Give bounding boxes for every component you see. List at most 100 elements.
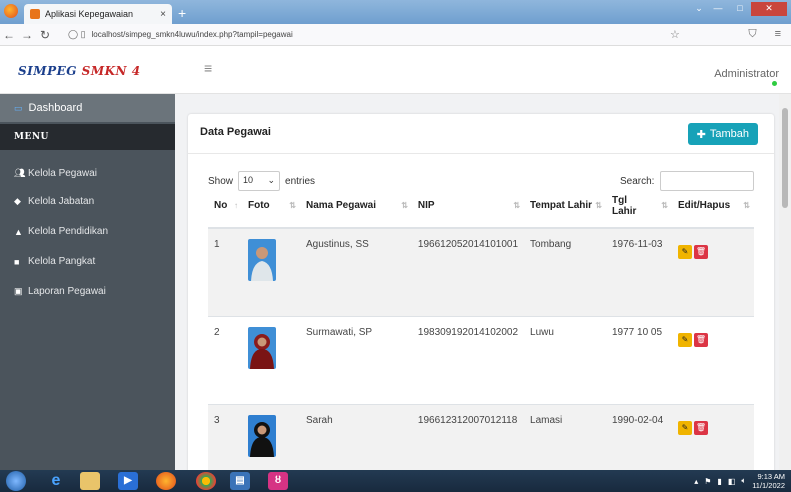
cell-foto bbox=[241, 227, 300, 316]
volume-icon[interactable]: 🔈︎ bbox=[741, 476, 746, 486]
clock[interactable]: 9:13 AM 11/1/2022 bbox=[752, 472, 785, 490]
sidebar-item-kelola-jabatan[interactable]: ◆ Kelola Jabatan bbox=[14, 196, 94, 207]
users-icon: 👥︎ bbox=[14, 168, 26, 178]
cell-tgl-lahir: 1977 10 05 bbox=[606, 315, 672, 404]
flag-icon[interactable]: ⚑ bbox=[704, 477, 711, 486]
pegawai-table: No ↑ Foto ⇅ Nama Pegawai ⇅ NIP ⇅ Tempat Lahi… bbox=[208, 184, 754, 492]
table-row: 1 Agustinus, SS 196612052014101001 Tomba… bbox=[208, 227, 754, 316]
delete-button[interactable]: 🗑︎ bbox=[693, 245, 708, 259]
table-header-row: No ↑ Foto ⇅ Nama Pegawai ⇅ NIP ⇅ Tempat Lahi… bbox=[208, 184, 754, 229]
column-header-tempat-lahir[interactable]: Tempat Lahir ⇅ bbox=[524, 184, 606, 229]
tab-close-button[interactable]: × bbox=[160, 9, 166, 20]
card-header: Data Pegawai ✚ Tambah bbox=[188, 114, 774, 154]
edit-button[interactable]: ✎ bbox=[677, 420, 692, 435]
media-player-icon[interactable]: ▶ bbox=[118, 472, 138, 490]
start-button[interactable] bbox=[6, 471, 26, 491]
new-tab-button[interactable]: + bbox=[178, 5, 186, 21]
back-icon[interactable]: ← bbox=[0, 28, 18, 42]
sort-icon: ⇅ bbox=[289, 201, 296, 210]
list-tabs-icon[interactable]: ⌄ bbox=[691, 2, 707, 16]
maximize-button[interactable]: □ bbox=[729, 2, 751, 16]
pocket-icon[interactable]: ⛉ bbox=[748, 28, 756, 41]
cell-tempat-lahir: Tombang bbox=[524, 227, 606, 316]
tambah-button[interactable]: ✚ Tambah bbox=[687, 123, 758, 145]
report-icon: ▣ bbox=[14, 286, 23, 296]
column-header-no[interactable]: No ↑ bbox=[208, 184, 242, 229]
sidebar-item-kelola-pegawai[interactable]: 👥︎ Kelola Pegawai bbox=[14, 168, 97, 179]
table-row: 2 Surmawati, SP 198309192014102002 Luwu … bbox=[208, 315, 754, 404]
page-info-icon[interactable]: ◯ ▯ bbox=[68, 29, 86, 40]
employee-photo bbox=[247, 326, 276, 369]
card-title: Data Pegawai bbox=[200, 126, 271, 138]
delete-button[interactable]: 🗑︎ bbox=[693, 332, 708, 347]
internet-explorer-icon[interactable]: e bbox=[46, 472, 66, 490]
column-header-edit-hapus[interactable]: Edit/Hapus ⇅ bbox=[671, 184, 754, 229]
firefox-taskbar-icon[interactable] bbox=[156, 472, 176, 490]
edit-button[interactable]: ✎ bbox=[677, 332, 692, 347]
app-header: SIMPEG SMKN 4 ≡ Administrator bbox=[0, 46, 791, 94]
sort-icon: ⇅ bbox=[401, 201, 408, 210]
browser-nav-bar: ← → ↻ ◯ ▯ localhost/simpeg_smkn4luwu/ind… bbox=[0, 24, 791, 46]
cell-actions: ✎ 🗑︎ bbox=[671, 315, 754, 404]
sidebar-item-kelola-pendidikan[interactable]: ▲ Kelola Pendidikan bbox=[14, 226, 108, 237]
hamburger-menu-icon[interactable]: ≡ bbox=[204, 60, 212, 76]
cell-nama: Agustinus, SS bbox=[299, 227, 412, 316]
column-header-nama[interactable]: Nama Pegawai ⇅ bbox=[299, 184, 412, 229]
network-icon[interactable]: ◧ bbox=[728, 477, 736, 486]
page-scrollbar[interactable] bbox=[779, 94, 791, 470]
reload-icon[interactable]: ↻ bbox=[36, 28, 54, 42]
online-status-dot bbox=[772, 81, 777, 86]
bookmark-icon: ■ bbox=[14, 256, 20, 267]
monitor-icon: ▭ bbox=[14, 102, 23, 113]
sidebar-item-kelola-pangkat[interactable]: ■ Kelola Pangkat bbox=[14, 256, 95, 267]
cell-no: 1 bbox=[208, 227, 242, 316]
column-header-tgl-lahir[interactable]: Tgl Lahir ⇅ bbox=[606, 184, 672, 229]
battery-icon[interactable]: ▮ bbox=[717, 477, 721, 486]
sort-icon: ↑ bbox=[233, 201, 238, 210]
plus-icon: ✚ bbox=[696, 128, 706, 141]
cell-tgl-lahir: 1976-11-03 bbox=[606, 227, 672, 316]
employee-photo bbox=[247, 239, 276, 281]
app-logo[interactable]: SIMPEG SMKN 4 bbox=[18, 64, 141, 78]
edit-button[interactable]: ✎ bbox=[677, 245, 692, 259]
url-text[interactable]: localhost/simpeg_smkn4luwu/index.php?tam… bbox=[92, 30, 293, 39]
column-header-foto[interactable]: Foto ⇅ bbox=[241, 184, 300, 229]
address-bar[interactable]: ◯ ▯ localhost/simpeg_smkn4luwu/index.php… bbox=[68, 29, 293, 40]
cell-tempat-lahir: Luwu bbox=[524, 315, 606, 404]
system-tray: ▴ ⚑ ▮ ◧ 🔈︎ 9:13 AM 11/1/2022 bbox=[694, 472, 785, 490]
scrollbar-thumb[interactable] bbox=[782, 108, 788, 208]
tray-arrow-icon[interactable]: ▴ bbox=[694, 477, 698, 486]
close-window-button[interactable]: ✕ bbox=[751, 2, 787, 16]
app-taskbar-icon[interactable]: ȣ bbox=[268, 472, 288, 490]
tab-title: Aplikasi Kepegawaian bbox=[45, 9, 134, 19]
graduation-cap-icon: ▲ bbox=[14, 226, 23, 237]
minimize-button[interactable]: — bbox=[707, 2, 729, 16]
employee-photo bbox=[247, 414, 276, 457]
app-menu-icon[interactable]: ≡ bbox=[775, 28, 781, 41]
window-controls: ⌄ — □ ✕ bbox=[691, 2, 787, 16]
cell-nip: 196612052014101001 bbox=[411, 227, 525, 316]
sidebar: ▭ Dashboard MENU 👥︎ Kelola Pegawai ◆ Kel… bbox=[0, 94, 175, 470]
file-explorer-icon[interactable] bbox=[80, 472, 100, 490]
document-app-icon[interactable]: ▤ bbox=[230, 472, 250, 490]
browser-title-bar: Aplikasi Kepegawaian × + ⌄ — □ ✕ bbox=[0, 0, 791, 24]
cell-foto bbox=[241, 315, 300, 404]
bookmark-star-icon[interactable]: ☆ bbox=[670, 28, 680, 41]
sidebar-item-dashboard[interactable]: ▭ Dashboard bbox=[0, 94, 175, 122]
column-header-nip[interactable]: NIP ⇅ bbox=[411, 184, 525, 229]
cell-no: 2 bbox=[208, 315, 242, 404]
cell-nama: Surmawati, SP bbox=[299, 315, 412, 404]
sidebar-item-laporan-pegawai[interactable]: ▣ Laporan Pegawai bbox=[14, 286, 106, 297]
windows-taskbar: e ▶ ▤ ȣ ▴ ⚑ ▮ ◧ 🔈︎ 9:13 AM 11/1/2022 bbox=[0, 470, 791, 492]
main-content: Data Pegawai ✚ Tambah Show 10 ⌄ entries … bbox=[175, 94, 791, 492]
sort-icon: ⇅ bbox=[661, 201, 668, 210]
cell-actions: ✎ 🗑︎ bbox=[671, 227, 754, 316]
sort-icon: ⇅ bbox=[595, 201, 602, 210]
firefox-icon[interactable] bbox=[4, 4, 18, 18]
delete-button[interactable]: 🗑︎ bbox=[693, 420, 708, 435]
forward-icon[interactable]: → bbox=[18, 28, 36, 42]
user-name[interactable]: Administrator bbox=[714, 68, 779, 80]
chrome-icon[interactable] bbox=[196, 472, 216, 490]
browser-tab[interactable]: Aplikasi Kepegawaian × bbox=[24, 4, 172, 24]
sort-icon: ⇅ bbox=[513, 201, 521, 210]
